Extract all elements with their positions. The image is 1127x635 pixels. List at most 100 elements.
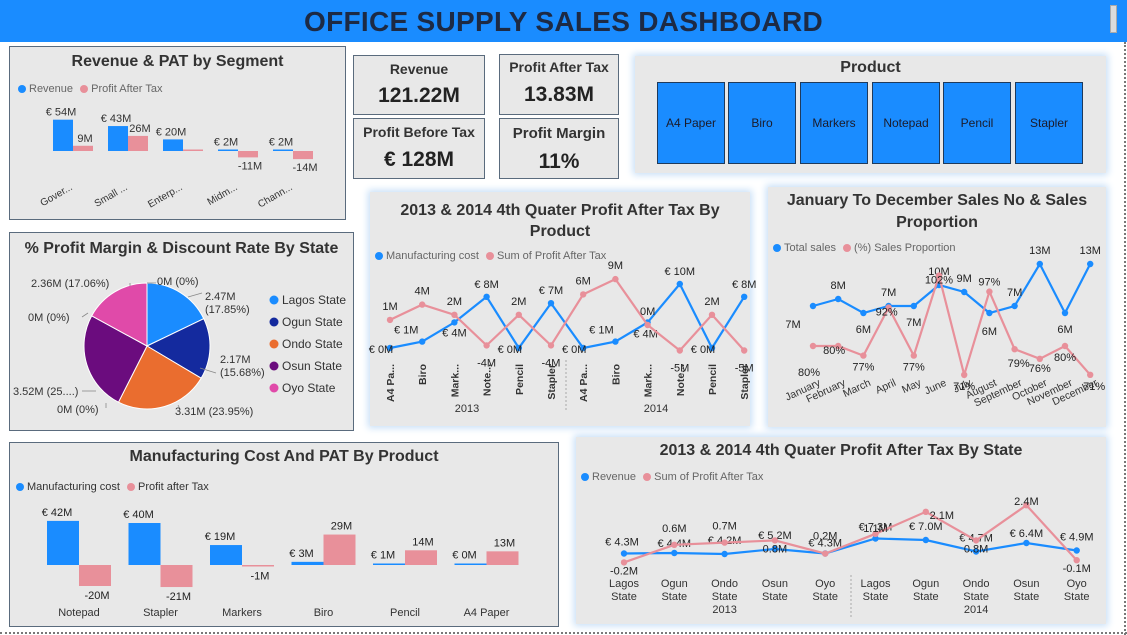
- data-point: [922, 508, 929, 515]
- bar-mfg: [47, 520, 79, 565]
- data-label: 7M: [1007, 287, 1022, 299]
- kpi-revenue-label: Revenue: [389, 61, 449, 77]
- pie-data-label: (17.85%): [205, 304, 250, 316]
- legend-dot: [269, 383, 279, 393]
- axis-category-label: A4 Pa...: [578, 364, 590, 402]
- axis-category-label: State: [863, 591, 889, 603]
- data-point: [620, 550, 628, 557]
- axis-category-label: Biro: [314, 607, 334, 619]
- product-slicer: Product A4 Paper Biro Markers Notepad Pe…: [635, 56, 1106, 173]
- data-label: € 1M: [394, 325, 418, 337]
- axis-category-label: Osun: [762, 578, 788, 590]
- group-label: 2013: [712, 604, 736, 616]
- bar-mfg: [373, 563, 405, 565]
- data-label: 7M: [906, 317, 921, 329]
- data-label: 8M: [831, 280, 846, 292]
- kpi-margin-value: 11%: [538, 150, 580, 173]
- data-label: 1.1M: [863, 523, 887, 535]
- data-label: € 20M: [156, 126, 187, 138]
- axis-category-label: State: [712, 591, 738, 603]
- data-label: € 7M: [539, 285, 563, 297]
- data-label: 0.6M: [662, 523, 686, 535]
- axis-category-label: Biro: [610, 364, 622, 385]
- data-label: 0.2M: [813, 531, 837, 543]
- product-tile-stapler[interactable]: Stapler: [1015, 82, 1083, 164]
- data-label: 9M: [957, 273, 972, 285]
- bar-revenue: [273, 149, 293, 151]
- data-label: 0M: [640, 306, 655, 318]
- pie-data-label: 2.36M (17.06%): [31, 278, 109, 290]
- data-point: [708, 311, 716, 318]
- monthly-line-chart: 7M8M6M7M7M10M9M6M7M13M6M13M80%80%77%92%7…: [783, 245, 1105, 409]
- pie-data-label: 0M (0%): [28, 312, 70, 324]
- data-point: [922, 536, 929, 544]
- data-point: [671, 549, 678, 557]
- axis-category-label: April: [874, 377, 898, 397]
- data-label: € 54M: [46, 107, 77, 119]
- legend-dot: [269, 317, 279, 327]
- data-label: 79%: [1008, 358, 1030, 370]
- product-tile-notepad[interactable]: Notepad: [872, 82, 940, 164]
- bar-revenue: [108, 126, 128, 151]
- kpi-pbt-label: Profit Before Tax: [363, 124, 475, 140]
- bar-revenue: [163, 139, 183, 151]
- data-label: € 42M: [42, 507, 73, 519]
- data-point: [741, 347, 748, 354]
- data-label: 2M: [447, 296, 462, 308]
- product-tile-biro[interactable]: Biro: [728, 82, 796, 164]
- segment-bar-chart: € 54M 9M Gover... € 43M26M Small ... € 20M Ent…: [39, 107, 318, 211]
- kpi-pat-label: Profit After Tax: [509, 59, 609, 75]
- data-label: € 0M: [691, 344, 715, 356]
- data-label: 6M: [856, 324, 871, 336]
- mfg-pat-bar-chart: € 42M -20M Notepad € 40M -21M Stapler € 19M -1M…: [42, 507, 519, 619]
- data-label: € 0M: [498, 344, 522, 356]
- axis-category-label: Stapler: [739, 364, 751, 400]
- product-tile-a4-paper[interactable]: A4 Paper: [657, 82, 725, 164]
- data-point: [547, 300, 555, 307]
- axis-category-label: Mark...: [643, 364, 655, 397]
- data-label: 6M: [982, 326, 997, 338]
- axis-category-label: State: [812, 591, 838, 603]
- bar-revenue: [218, 149, 238, 151]
- data-point: [822, 550, 829, 557]
- data-point: [419, 338, 426, 345]
- data-label: 6M: [576, 275, 591, 287]
- axis-category-label: Enterp...: [146, 182, 184, 210]
- axis-category-label: Ogun: [661, 578, 688, 590]
- data-label: 0.8M: [964, 543, 988, 555]
- data-point: [961, 288, 968, 296]
- axis-category-label: State: [913, 591, 939, 603]
- data-point: [910, 352, 917, 359]
- data-point: [986, 288, 993, 295]
- kpi-profit-before-tax: Profit Before Tax € 128M: [353, 118, 485, 179]
- data-point: [835, 295, 842, 303]
- scrollbar-handle[interactable]: [1110, 5, 1117, 33]
- series-line-0: [623, 537, 1077, 556]
- data-label: € 7.0M: [909, 521, 943, 533]
- axis-category-label: State: [1064, 591, 1090, 603]
- leader-line: [187, 292, 203, 298]
- data-label: 13M: [1029, 245, 1050, 257]
- product-tile-markers[interactable]: Markers: [800, 82, 868, 164]
- axis-category-label: State: [611, 591, 637, 603]
- data-label: 77%: [903, 362, 925, 374]
- pie-data-label: 3.31M (23.95%): [175, 406, 253, 418]
- data-point: [809, 342, 817, 350]
- data-point: [721, 550, 728, 558]
- data-label: 9M: [608, 260, 623, 272]
- data-label: € 2M: [269, 137, 293, 149]
- bar-pat: [73, 145, 93, 151]
- data-label: 13M: [1079, 245, 1100, 257]
- data-point: [483, 293, 490, 300]
- kpi-revenue: Revenue 121.22M: [353, 55, 485, 115]
- data-point: [515, 311, 522, 318]
- data-label: 4M: [415, 286, 430, 298]
- axis-category-label: State: [661, 591, 687, 603]
- bar-mfg: [454, 563, 487, 565]
- data-label: -0.2M: [610, 565, 638, 577]
- axis-category-label: State: [963, 591, 989, 603]
- data-point: [671, 541, 678, 548]
- data-label: € 43M: [101, 113, 132, 125]
- data-label: € 10M: [665, 266, 696, 278]
- product-tile-pencil[interactable]: Pencil: [943, 82, 1011, 164]
